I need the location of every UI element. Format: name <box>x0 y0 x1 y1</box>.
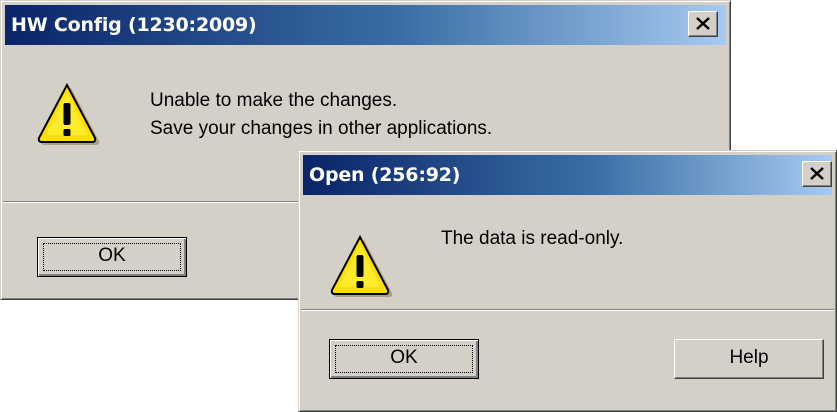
close-icon <box>810 167 824 180</box>
hwconfig-message-line1: Unable to make the changes. <box>150 90 398 111</box>
open-titlebar[interactable]: Open (256:92) <box>303 155 832 195</box>
open-help-label: Help <box>729 347 769 368</box>
hwconfig-titlebar[interactable]: HW Config (1230:2009) <box>5 5 726 45</box>
open-close-button[interactable] <box>802 161 832 187</box>
open-ok-label: OK <box>390 347 418 368</box>
hwconfig-ok-button[interactable]: OK <box>37 237 187 277</box>
hwconfig-ok-label: OK <box>98 245 126 266</box>
warning-icon <box>37 83 100 145</box>
open-separator <box>301 309 834 311</box>
hwconfig-message-line2: Save your changes in other applications. <box>150 118 493 139</box>
open-ok-button[interactable]: OK <box>329 339 479 379</box>
hwconfig-title: HW Config (1230:2009) <box>11 14 257 36</box>
open-dialog: Open (256:92) The data is read-only. OK … <box>298 150 837 412</box>
warning-icon <box>330 235 393 297</box>
hwconfig-close-button[interactable] <box>688 11 718 37</box>
open-title: Open (256:92) <box>309 164 461 186</box>
open-message: The data is read-only. <box>441 228 624 249</box>
close-icon <box>696 17 710 30</box>
open-help-button[interactable]: Help <box>674 339 824 379</box>
